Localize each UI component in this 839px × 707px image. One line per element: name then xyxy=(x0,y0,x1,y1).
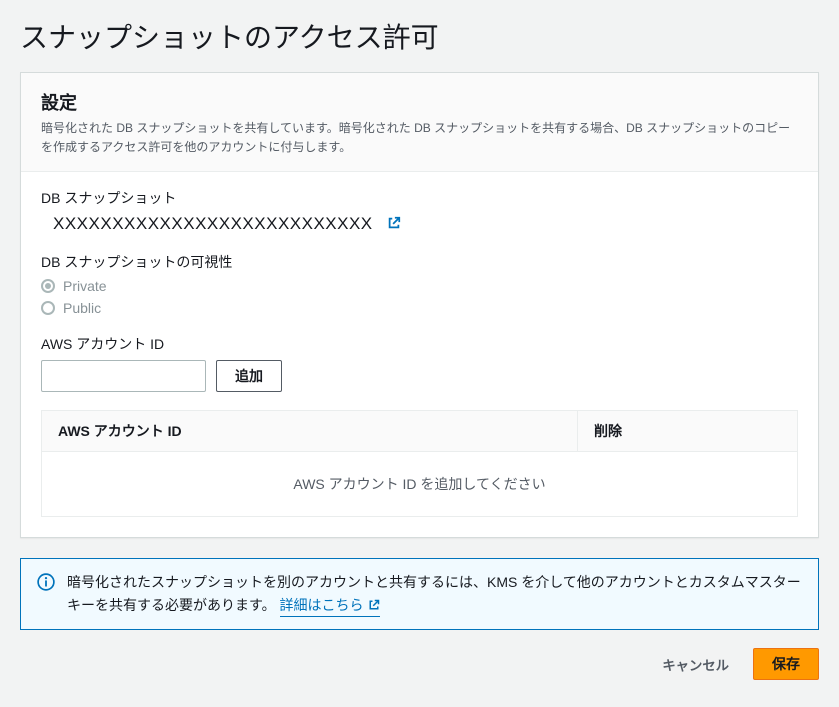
footer-actions: キャンセル 保存 xyxy=(20,648,819,680)
settings-header: 設定 暗号化された DB スナップショットを共有しています。暗号化された DB … xyxy=(21,73,818,172)
accounts-table: AWS アカウント ID 削除 AWS アカウント ID を追加してください xyxy=(41,410,798,517)
cancel-button[interactable]: キャンセル xyxy=(646,655,745,674)
snapshot-external-link[interactable] xyxy=(387,216,401,233)
settings-heading: 設定 xyxy=(41,89,798,115)
external-link-icon xyxy=(387,216,401,230)
info-link-label: 詳細はこちら xyxy=(280,594,364,616)
kms-info-alert: 暗号化されたスナップショットを別のアカウントと共有するには、KMS を介して他の… xyxy=(20,558,819,630)
visibility-field: DB スナップショットの可視性 Private Public xyxy=(41,252,798,316)
visibility-private-label: Private xyxy=(63,278,107,294)
page-title: スナップショットのアクセス許可 xyxy=(20,16,819,56)
account-id-label: AWS アカウント ID xyxy=(41,334,798,354)
visibility-private-radio[interactable]: Private xyxy=(41,278,798,294)
info-message: 暗号化されたスナップショットを別のアカウントと共有するには、KMS を介して他の… xyxy=(67,574,801,612)
external-link-icon xyxy=(368,599,380,611)
table-header-row: AWS アカウント ID 削除 xyxy=(42,411,797,452)
table-col-id: AWS アカウント ID xyxy=(42,411,577,451)
table-col-delete: 削除 xyxy=(577,411,797,451)
account-id-field: AWS アカウント ID 追加 xyxy=(41,334,798,392)
radio-icon xyxy=(41,279,55,293)
settings-description: 暗号化された DB スナップショットを共有しています。暗号化された DB スナッ… xyxy=(41,119,798,157)
table-empty-message: AWS アカウント ID を追加してください xyxy=(42,452,797,516)
snapshot-label: DB スナップショット xyxy=(41,188,798,208)
settings-body: DB スナップショット XXXXXXXXXXXXXXXXXXXXXXXXXXX … xyxy=(21,172,818,537)
snapshot-field: DB スナップショット XXXXXXXXXXXXXXXXXXXXXXXXXXX xyxy=(41,188,798,234)
visibility-public-label: Public xyxy=(63,300,101,316)
snapshot-name: XXXXXXXXXXXXXXXXXXXXXXXXXXX xyxy=(53,214,373,234)
save-button[interactable]: 保存 xyxy=(753,648,819,680)
account-id-input[interactable] xyxy=(41,360,206,392)
info-learn-more-link[interactable]: 詳細はこちら xyxy=(280,594,380,617)
visibility-public-radio[interactable]: Public xyxy=(41,300,798,316)
info-text: 暗号化されたスナップショットを別のアカウントと共有するには、KMS を介して他の… xyxy=(67,571,802,617)
add-account-button[interactable]: 追加 xyxy=(216,360,282,392)
visibility-label: DB スナップショットの可視性 xyxy=(41,252,798,272)
info-icon xyxy=(37,573,55,591)
settings-panel: 設定 暗号化された DB スナップショットを共有しています。暗号化された DB … xyxy=(20,72,819,538)
radio-icon xyxy=(41,301,55,315)
